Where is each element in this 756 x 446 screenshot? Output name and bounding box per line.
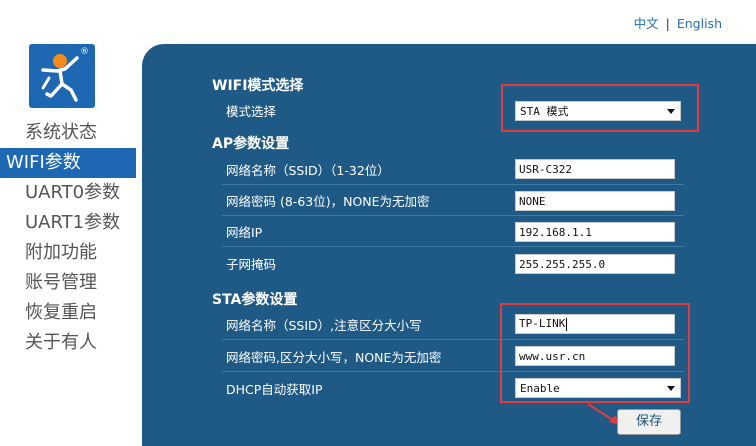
- ap-password-input[interactable]: [515, 191, 675, 211]
- save-button[interactable]: 保存: [617, 409, 681, 435]
- row-divider: [222, 246, 684, 247]
- ap-ip-input[interactable]: [515, 222, 675, 242]
- nav-item-uart0-params[interactable]: UART0参数: [0, 178, 142, 208]
- nav-item-extra-functions[interactable]: 附加功能: [0, 238, 142, 268]
- highlight-box-mode: [501, 84, 699, 132]
- ap-ssid-input[interactable]: [515, 159, 675, 179]
- row-divider: [222, 215, 684, 216]
- ap-mask-input[interactable]: [515, 254, 675, 274]
- nav-item-restore-restart[interactable]: 恢复重启: [0, 298, 142, 328]
- language-switch: 中文 | English: [634, 13, 722, 32]
- nav-item-uart1-params[interactable]: UART1参数: [0, 208, 142, 238]
- label-ap-mask: 子网掩码: [226, 257, 277, 272]
- label-sta-ssid: 网络名称（SSID）,注意区分大小写: [226, 318, 422, 333]
- row-divider: [222, 184, 684, 185]
- label-sta-dhcp: DHCP自动获取IP: [226, 382, 323, 397]
- settings-panel: WIFI模式选择 模式选择 STA 模式 AP参数设置 网络名称（SSID）（1…: [142, 44, 756, 446]
- lang-chinese-link[interactable]: 中文: [634, 16, 659, 31]
- sidebar-nav: 系统状态 WIFI参数 UART0参数 UART1参数 附加功能 账号管理 恢复…: [0, 118, 142, 358]
- label-sta-password: 网络密码,区分大小写，NONE为无加密: [226, 350, 442, 365]
- nav-item-about[interactable]: 关于有人: [0, 328, 142, 358]
- highlight-box-sta: [500, 303, 690, 403]
- company-logo: ®: [29, 44, 95, 108]
- label-ap-ssid: 网络名称（SSID）（1-32位）: [226, 163, 390, 178]
- label-mode-select: 模式选择: [226, 104, 277, 119]
- registered-mark: ®: [80, 47, 89, 57]
- lang-english-link[interactable]: English: [677, 16, 722, 31]
- nav-item-system-status[interactable]: 系统状态: [0, 118, 142, 148]
- lang-separator: |: [665, 16, 670, 31]
- section-title-sta: STA参数设置: [212, 292, 298, 308]
- section-title-wifi-mode: WIFI模式选择: [212, 78, 304, 94]
- section-title-ap: AP参数设置: [212, 136, 290, 152]
- nav-item-account-management[interactable]: 账号管理: [0, 268, 142, 298]
- label-ap-password: 网络密码 (8-63位)，NONE为无加密: [226, 194, 430, 209]
- nav-item-wifi-params[interactable]: WIFI参数: [0, 148, 136, 178]
- label-ap-ip: 网络IP: [226, 225, 263, 240]
